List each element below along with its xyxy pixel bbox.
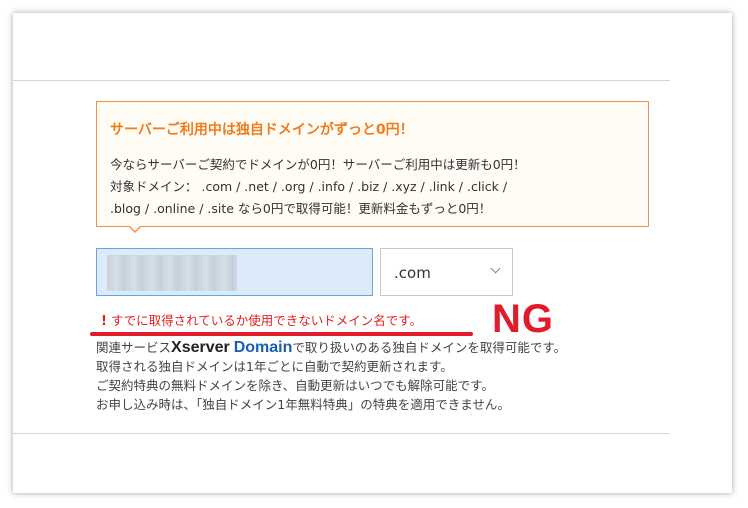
annotation-underline — [90, 332, 473, 336]
promo-pointer-fill — [129, 225, 141, 231]
tld-select[interactable]: .com — [380, 248, 513, 296]
blurred-domain-value — [107, 255, 237, 291]
divider-top — [13, 80, 670, 81]
ng-annotation: NG — [492, 297, 554, 341]
domain-notes: 関連サービスXserver Domainで取り扱いのある独自ドメインを取得可能で… — [96, 338, 566, 414]
notes-prefix: 関連サービス — [96, 340, 172, 355]
notes-line-1: 関連サービスXserver Domainで取り扱いのある独自ドメインを取得可能で… — [96, 338, 566, 357]
promo-line: .blog / .online / .site なら0円で取得可能！更新料金もず… — [110, 201, 492, 216]
error-text: すでに取得されているか使用できないドメイン名です。 — [110, 313, 422, 328]
notes-line-2: 取得される独自ドメインは1年ごとに自動で契約更新されます。 — [96, 359, 453, 374]
domain-name-input[interactable] — [96, 248, 373, 296]
error-message: ! すでに取得されているか使用できないドメイン名です。 — [101, 310, 422, 329]
promo-body: 今ならサーバーご契約でドメインが0円！サーバーご利用中は更新も0円！ 対象ドメイ… — [110, 154, 526, 220]
divider-bottom — [13, 433, 670, 434]
notes-suffix: で取り扱いのある独自ドメインを取得可能です。 — [292, 340, 567, 355]
promo-box: サーバーご利用中は独自ドメインがずっと0円！ 今ならサーバーご契約でドメインが0… — [96, 101, 649, 227]
promo-title: サーバーご利用中は独自ドメインがずっと0円！ — [110, 122, 414, 138]
xserver-logo-text: Xserver — [171, 339, 230, 356]
promo-line: 今ならサーバーご契約でドメインが0円！サーバーご利用中は更新も0円！ — [110, 157, 526, 172]
promo-line: 対象ドメイン： .com / .net / .org / .info / .bi… — [110, 179, 508, 194]
exclamation-icon: ! — [101, 314, 107, 329]
domain-logo-text: Domain — [233, 339, 293, 356]
tld-selected-value: .com — [394, 264, 431, 282]
chevron-down-icon — [490, 263, 501, 274]
notes-line-3: ご契約特典の無料ドメインを除き、自動更新はいつでも解除可能です。 — [96, 378, 494, 393]
notes-line-4: お申し込み時は、「独自ドメイン1年無料特典」の特典を適用できません。 — [96, 397, 510, 412]
